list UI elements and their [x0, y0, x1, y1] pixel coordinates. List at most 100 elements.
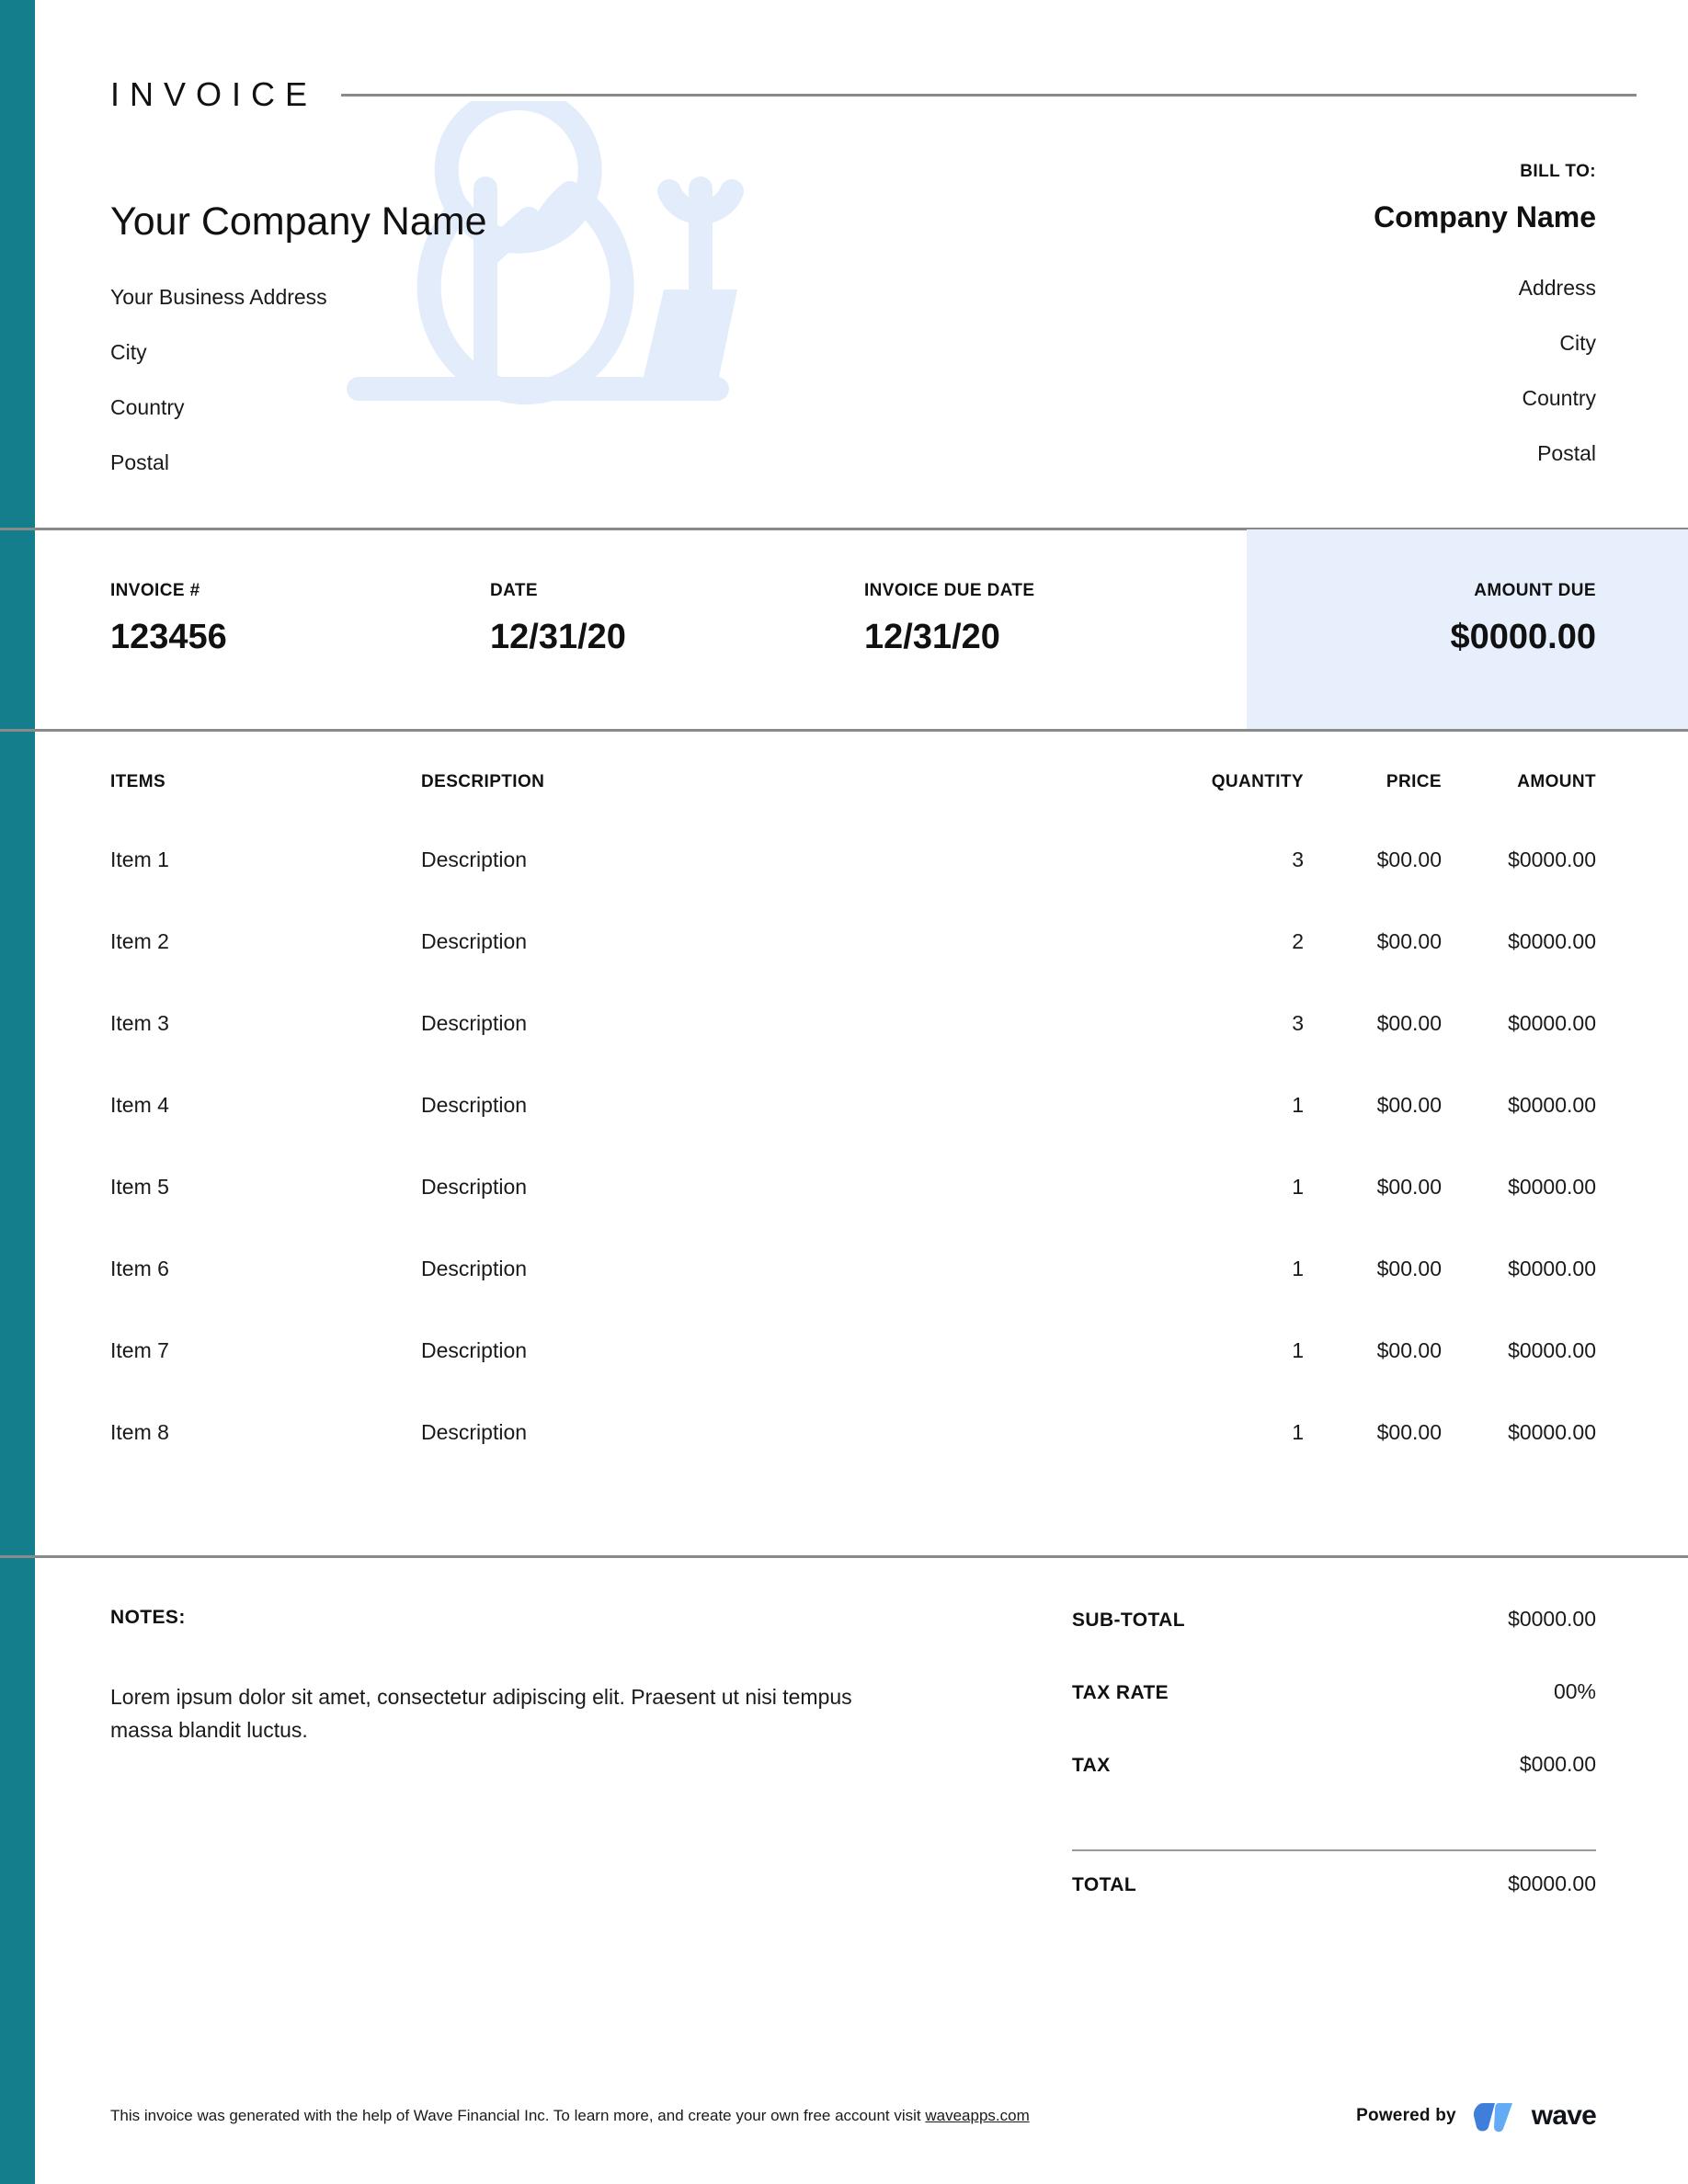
table-row: Item 1Description3$00.00$0000.00 — [0, 847, 1688, 929]
tax-rate-value: 00% — [1554, 1679, 1596, 1704]
page-title: INVOICE — [110, 75, 317, 114]
tax-label: TAX — [1072, 1755, 1111, 1777]
invoice-date-label: DATE — [490, 581, 626, 601]
row-price: $00.00 — [1304, 1093, 1442, 1118]
table-header-row: ITEMS DESCRIPTION QUANTITY PRICE AMOUNT — [0, 772, 1688, 847]
company-name: Your Company Name — [110, 200, 772, 244]
row-amount: $0000.00 — [1442, 1257, 1596, 1281]
row-quantity: 1 — [1134, 1420, 1304, 1445]
row-item: Item 8 — [110, 1420, 421, 1445]
header-items: ITEMS — [110, 772, 421, 792]
total-label: TOTAL — [1072, 1874, 1136, 1896]
header-description: DESCRIPTION — [421, 772, 1134, 792]
invoice-due-date-label: INVOICE DUE DATE — [864, 581, 1035, 601]
amount-due-label: AMOUNT DUE — [1451, 581, 1597, 601]
bill-to-block: BILL TO: Company Name Address City Count… — [1008, 162, 1596, 481]
total-row: TOTAL $0000.00 — [1072, 1871, 1596, 1914]
totals-divider — [1072, 1849, 1596, 1851]
row-price: $00.00 — [1304, 1338, 1442, 1363]
row-quantity: 3 — [1134, 1011, 1304, 1036]
row-description: Description — [421, 847, 1134, 872]
company-country: Country — [110, 380, 772, 435]
invoice-title-row: INVOICE — [110, 75, 1637, 114]
amount-due-inner: AMOUNT DUE $0000.00 — [1451, 581, 1597, 657]
table-row: Item 4Description1$00.00$0000.00 — [0, 1093, 1688, 1175]
amount-due-panel: AMOUNT DUE $0000.00 — [1247, 529, 1688, 729]
row-item: Item 3 — [110, 1011, 421, 1036]
total-value: $0000.00 — [1508, 1871, 1596, 1896]
row-quantity: 3 — [1134, 847, 1304, 872]
row-item: Item 4 — [110, 1093, 421, 1118]
page-footer: This invoice was generated with the help… — [110, 2098, 1596, 2134]
row-quantity: 1 — [1134, 1093, 1304, 1118]
subtotal-row: SUB-TOTAL $0000.00 — [1072, 1607, 1596, 1679]
table-row: Item 3Description3$00.00$0000.00 — [0, 1011, 1688, 1093]
row-price: $00.00 — [1304, 929, 1442, 954]
bill-to-country: Country — [1008, 370, 1596, 426]
header-price: PRICE — [1304, 772, 1442, 792]
row-amount: $0000.00 — [1442, 1420, 1596, 1445]
tax-value: $000.00 — [1520, 1752, 1596, 1777]
table-row: Item 5Description1$00.00$0000.00 — [0, 1175, 1688, 1257]
waveapps-link[interactable]: waveapps.com — [925, 2107, 1029, 2124]
invoice-number-label: INVOICE # — [110, 581, 227, 601]
items-bottom-divider — [0, 1555, 1688, 1558]
row-description: Description — [421, 1011, 1134, 1036]
tax-rate-row: TAX RATE 00% — [1072, 1679, 1596, 1752]
row-amount: $0000.00 — [1442, 1011, 1596, 1036]
row-quantity: 1 — [1134, 1338, 1304, 1363]
wave-logo-icon — [1470, 2098, 1518, 2134]
invoice-number-cell: INVOICE # 123456 — [110, 581, 227, 657]
row-description: Description — [421, 1175, 1134, 1200]
row-amount: $0000.00 — [1442, 1175, 1596, 1200]
powered-by-wave: Powered by wave — [1356, 2098, 1596, 2134]
row-amount: $0000.00 — [1442, 929, 1596, 954]
table-row: Item 2Description2$00.00$0000.00 — [0, 929, 1688, 1011]
tax-row: TAX $000.00 — [1072, 1752, 1596, 1825]
table-row: Item 7Description1$00.00$0000.00 — [0, 1338, 1688, 1420]
invoice-number-value: 123456 — [110, 618, 227, 657]
bill-to-postal: Postal — [1008, 426, 1596, 481]
meta-bottom-divider — [0, 729, 1688, 732]
row-amount: $0000.00 — [1442, 1093, 1596, 1118]
company-city: City — [110, 324, 772, 380]
row-item: Item 2 — [110, 929, 421, 954]
footer-disclaimer-text: This invoice was generated with the help… — [110, 2107, 925, 2124]
amount-due-value: $0000.00 — [1451, 618, 1597, 657]
row-price: $00.00 — [1304, 1420, 1442, 1445]
row-description: Description — [421, 1338, 1134, 1363]
notes-body: Lorem ipsum dolor sit amet, consectetur … — [110, 1681, 919, 1746]
row-price: $00.00 — [1304, 1257, 1442, 1281]
line-items-table: ITEMS DESCRIPTION QUANTITY PRICE AMOUNT … — [0, 772, 1688, 1502]
header-amount: AMOUNT — [1442, 772, 1596, 792]
row-price: $00.00 — [1304, 1175, 1442, 1200]
invoice-page: INVOICE Your Company Name Your Business … — [0, 0, 1688, 2184]
row-price: $00.00 — [1304, 1011, 1442, 1036]
company-address: Your Business Address — [110, 269, 772, 324]
notes-block: NOTES: Lorem ipsum dolor sit amet, conse… — [110, 1607, 938, 1746]
table-body: Item 1Description3$00.00$0000.00Item 2De… — [0, 847, 1688, 1502]
row-quantity: 1 — [1134, 1257, 1304, 1281]
powered-by-label: Powered by — [1356, 2106, 1456, 2126]
invoice-due-date-cell: INVOICE DUE DATE 12/31/20 — [864, 581, 1035, 657]
bill-to-company-name: Company Name — [1008, 200, 1596, 234]
table-row: Item 8Description1$00.00$0000.00 — [0, 1420, 1688, 1502]
bill-to-label: BILL TO: — [1008, 162, 1596, 182]
row-quantity: 1 — [1134, 1175, 1304, 1200]
footer-disclaimer: This invoice was generated with the help… — [110, 2107, 1030, 2125]
invoice-date-value: 12/31/20 — [490, 618, 626, 657]
notes-label: NOTES: — [110, 1607, 938, 1629]
row-description: Description — [421, 1257, 1134, 1281]
invoice-meta-bar: INVOICE # 123456 DATE 12/31/20 INVOICE D… — [0, 529, 1247, 729]
wave-wordmark: wave — [1532, 2100, 1596, 2132]
bill-to-city: City — [1008, 315, 1596, 370]
row-item: Item 6 — [110, 1257, 421, 1281]
row-item: Item 7 — [110, 1338, 421, 1363]
row-price: $00.00 — [1304, 847, 1442, 872]
subtotal-label: SUB-TOTAL — [1072, 1610, 1185, 1632]
row-description: Description — [421, 1093, 1134, 1118]
totals-block: SUB-TOTAL $0000.00 TAX RATE 00% TAX $000… — [1072, 1607, 1596, 1914]
row-item: Item 5 — [110, 1175, 421, 1200]
bill-to-address: Address — [1008, 260, 1596, 315]
row-quantity: 2 — [1134, 929, 1304, 954]
